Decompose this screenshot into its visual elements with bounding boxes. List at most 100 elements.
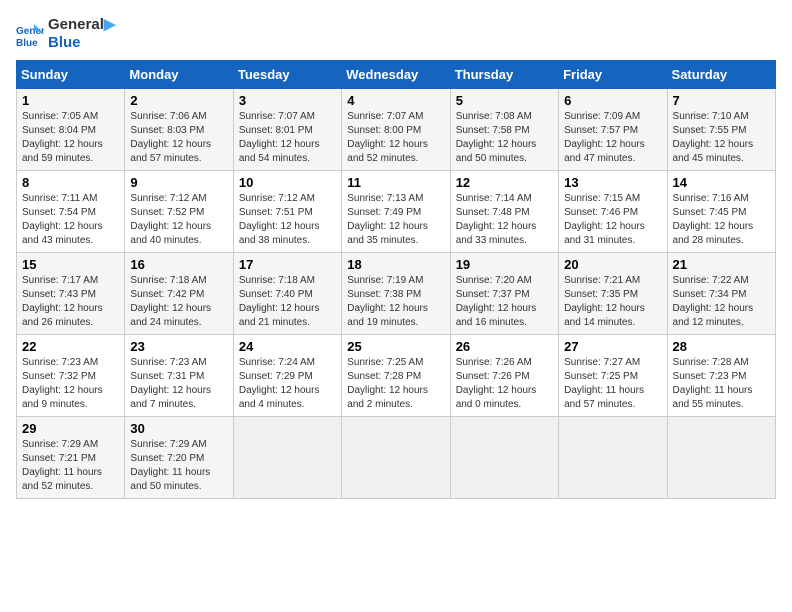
calendar-cell: 30 Sunrise: 7:29 AMSunset: 7:20 PMDayligh… [125,417,233,499]
calendar-row: 29 Sunrise: 7:29 AMSunset: 7:21 PMDayligh… [17,417,776,499]
day-info: Sunrise: 7:25 AMSunset: 7:28 PMDaylight:… [347,356,444,412]
calendar-row: 8 Sunrise: 7:11 AMSunset: 7:54 PMDaylight… [17,171,776,253]
calendar-cell [667,417,775,499]
day-number: 6 [564,93,661,108]
calendar-cell: 18Sunrise: 7:19 AMSunset: 7:38 PMDayligh… [342,253,450,335]
calendar-cell: 29 Sunrise: 7:29 AMSunset: 7:21 PMDayligh… [17,417,125,499]
column-header-sunday: Sunday [17,61,125,89]
day-number: 10 [239,175,336,190]
day-info: Sunrise: 7:28 AMSunset: 7:23 PMDaylight:… [673,356,770,412]
day-info: Sunrise: 7:26 AMSunset: 7:26 PMDaylight:… [456,356,553,412]
calendar-cell: 10 Sunrise: 7:12 AMSunset: 7:51 PMDayligh… [233,171,341,253]
day-info: Sunrise: 7:06 AMSunset: 8:03 PMDaylight:… [130,110,227,166]
day-info: Sunrise: 7:09 AMSunset: 7:57 PMDaylight:… [564,110,661,166]
calendar-cell: 4 Sunrise: 7:07 AMSunset: 8:00 PMDaylight… [342,89,450,171]
day-info: Sunrise: 7:18 AMSunset: 7:40 PMDaylight:… [239,274,336,330]
calendar-row: 22Sunrise: 7:23 AMSunset: 7:32 PMDayligh… [17,335,776,417]
calendar-cell: 8 Sunrise: 7:11 AMSunset: 7:54 PMDaylight… [17,171,125,253]
column-header-friday: Friday [559,61,667,89]
day-number: 2 [130,93,227,108]
calendar-row: 15 Sunrise: 7:17 AMSunset: 7:43 PMDayligh… [17,253,776,335]
day-info: Sunrise: 7:18 AMSunset: 7:42 PMDaylight:… [130,274,227,330]
calendar-row: 1 Sunrise: 7:05 AMSunset: 8:04 PMDaylight… [17,89,776,171]
day-number: 15 [22,257,119,272]
calendar-cell: 6 Sunrise: 7:09 AMSunset: 7:57 PMDaylight… [559,89,667,171]
column-header-saturday: Saturday [667,61,775,89]
day-info: Sunrise: 7:29 AMSunset: 7:21 PMDaylight:… [22,438,119,494]
day-info: Sunrise: 7:22 AMSunset: 7:34 PMDaylight:… [673,274,770,330]
logo-icon: General Blue [16,20,44,48]
calendar-cell: 19 Sunrise: 7:20 AMSunset: 7:37 PMDayligh… [450,253,558,335]
calendar-cell: 24 Sunrise: 7:24 AMSunset: 7:29 PMDayligh… [233,335,341,417]
day-number: 25 [347,339,444,354]
calendar-cell: 28 Sunrise: 7:28 AMSunset: 7:23 PMDayligh… [667,335,775,417]
day-number: 3 [239,93,336,108]
column-header-thursday: Thursday [450,61,558,89]
day-info: Sunrise: 7:07 AMSunset: 8:01 PMDaylight:… [239,110,336,166]
calendar-cell: 12Sunrise: 7:14 AMSunset: 7:48 PMDayligh… [450,171,558,253]
calendar-cell: 11 Sunrise: 7:13 AMSunset: 7:49 PMDayligh… [342,171,450,253]
day-number: 24 [239,339,336,354]
day-info: Sunrise: 7:12 AMSunset: 7:51 PMDaylight:… [239,192,336,248]
day-number: 11 [347,175,444,190]
day-info: Sunrise: 7:20 AMSunset: 7:37 PMDaylight:… [456,274,553,330]
calendar-cell: 1 Sunrise: 7:05 AMSunset: 8:04 PMDaylight… [17,89,125,171]
day-info: Sunrise: 7:05 AMSunset: 8:04 PMDaylight:… [22,110,119,166]
day-number: 1 [22,93,119,108]
calendar-cell: 21 Sunrise: 7:22 AMSunset: 7:34 PMDayligh… [667,253,775,335]
day-number: 13 [564,175,661,190]
page-header: General Blue General▶ Blue [16,16,776,52]
day-info: Sunrise: 7:19 AMSunset: 7:38 PMDaylight:… [347,274,444,330]
day-number: 19 [456,257,553,272]
calendar-cell: 22Sunrise: 7:23 AMSunset: 7:32 PMDayligh… [17,335,125,417]
day-info: Sunrise: 7:15 AMSunset: 7:46 PMDaylight:… [564,192,661,248]
day-info: Sunrise: 7:17 AMSunset: 7:43 PMDaylight:… [22,274,119,330]
day-number: 4 [347,93,444,108]
day-number: 27 [564,339,661,354]
day-number: 16 [130,257,227,272]
calendar-cell: 17 Sunrise: 7:18 AMSunset: 7:40 PMDayligh… [233,253,341,335]
calendar-cell: 20Sunrise: 7:21 AMSunset: 7:35 PMDayligh… [559,253,667,335]
day-number: 28 [673,339,770,354]
day-info: Sunrise: 7:12 AMSunset: 7:52 PMDaylight:… [130,192,227,248]
calendar-cell: 26 Sunrise: 7:26 AMSunset: 7:26 PMDayligh… [450,335,558,417]
calendar-header-row: SundayMondayTuesdayWednesdayThursdayFrid… [17,61,776,89]
logo-text: General▶ Blue [48,16,115,52]
day-info: Sunrise: 7:10 AMSunset: 7:55 PMDaylight:… [673,110,770,166]
day-number: 29 [22,421,119,436]
calendar-cell: 23 Sunrise: 7:23 AMSunset: 7:31 PMDayligh… [125,335,233,417]
day-info: Sunrise: 7:23 AMSunset: 7:32 PMDaylight:… [22,356,119,412]
day-info: Sunrise: 7:24 AMSunset: 7:29 PMDaylight:… [239,356,336,412]
calendar-cell [450,417,558,499]
day-info: Sunrise: 7:21 AMSunset: 7:35 PMDaylight:… [564,274,661,330]
logo: General Blue General▶ Blue [16,16,115,52]
day-number: 5 [456,93,553,108]
column-header-wednesday: Wednesday [342,61,450,89]
day-number: 23 [130,339,227,354]
column-header-tuesday: Tuesday [233,61,341,89]
day-number: 12 [456,175,553,190]
day-info: Sunrise: 7:07 AMSunset: 8:00 PMDaylight:… [347,110,444,166]
calendar-cell: 3 Sunrise: 7:07 AMSunset: 8:01 PMDaylight… [233,89,341,171]
day-number: 26 [456,339,553,354]
day-number: 21 [673,257,770,272]
day-number: 8 [22,175,119,190]
calendar-cell: 7 Sunrise: 7:10 AMSunset: 7:55 PMDaylight… [667,89,775,171]
day-info: Sunrise: 7:11 AMSunset: 7:54 PMDaylight:… [22,192,119,248]
calendar-cell: 27 Sunrise: 7:27 AMSunset: 7:25 PMDayligh… [559,335,667,417]
day-info: Sunrise: 7:23 AMSunset: 7:31 PMDaylight:… [130,356,227,412]
svg-text:Blue: Blue [16,38,38,48]
day-info: Sunrise: 7:13 AMSunset: 7:49 PMDaylight:… [347,192,444,248]
calendar-cell [342,417,450,499]
day-info: Sunrise: 7:29 AMSunset: 7:20 PMDaylight:… [130,438,227,494]
day-number: 17 [239,257,336,272]
day-number: 30 [130,421,227,436]
calendar-cell: 5Sunrise: 7:08 AMSunset: 7:58 PMDaylight… [450,89,558,171]
calendar-cell: 9 Sunrise: 7:12 AMSunset: 7:52 PMDaylight… [125,171,233,253]
day-number: 14 [673,175,770,190]
day-info: Sunrise: 7:27 AMSunset: 7:25 PMDaylight:… [564,356,661,412]
calendar-cell: 25 Sunrise: 7:25 AMSunset: 7:28 PMDayligh… [342,335,450,417]
day-number: 9 [130,175,227,190]
day-number: 7 [673,93,770,108]
calendar-cell: 16 Sunrise: 7:18 AMSunset: 7:42 PMDayligh… [125,253,233,335]
